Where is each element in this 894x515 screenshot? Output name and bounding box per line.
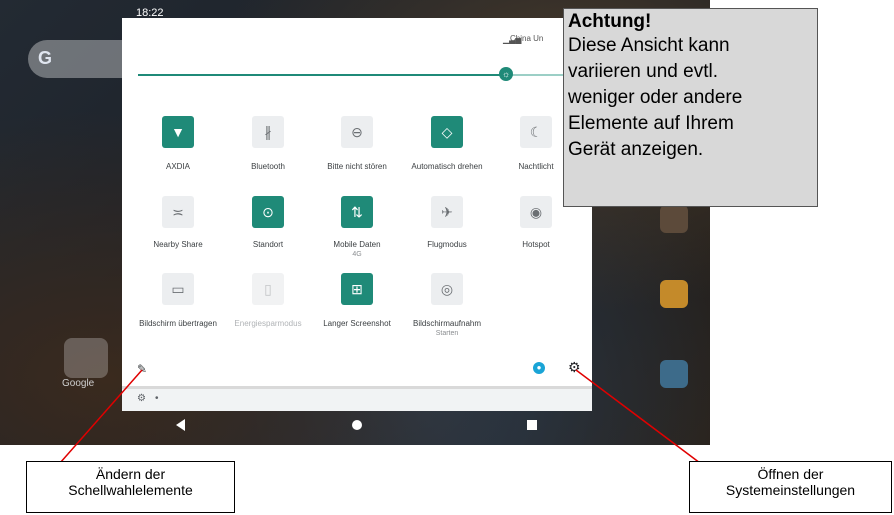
home-app-icon[interactable] <box>660 205 688 233</box>
callout-text: Schellwahlelemente <box>68 482 193 498</box>
callout-text: Systemeinstellungen <box>725 482 856 498</box>
google-apps-folder[interactable] <box>64 338 108 378</box>
tile-label[interactable]: AXDIA <box>132 162 224 172</box>
do-not-disturb-icon[interactable]: ⊖ <box>341 116 373 148</box>
nav-home-icon[interactable] <box>352 420 362 430</box>
carrier-name: China Un <box>510 34 544 43</box>
google-logo-icon: G <box>38 48 53 68</box>
brightness-slider[interactable] <box>138 74 501 76</box>
warning-line: variieren und evtl. <box>568 61 718 82</box>
callout-edit-tiles: Ändern der Schellwahlelemente <box>26 461 235 513</box>
warning-line: Gerät anzeigen. <box>568 139 704 160</box>
screen-record-icon[interactable]: ◎ <box>431 273 463 305</box>
notification-settings-icon: ⚙ <box>137 393 146 404</box>
folder-label: Google <box>62 378 95 389</box>
warning-line: Elemente auf Ihrem <box>568 113 734 134</box>
long-screenshot-icon[interactable]: ⊞ <box>341 273 373 305</box>
battery-icon[interactable]: ▯ <box>252 273 284 305</box>
user-account-icon[interactable]: ● <box>533 362 545 374</box>
tile-sublabel: Starten <box>435 330 459 337</box>
wifi-icon[interactable]: ▼ <box>162 116 194 148</box>
brightness-thumb-icon[interactable]: ☼ <box>499 67 514 81</box>
tile-label[interactable]: Nearby Share <box>132 240 224 250</box>
phone-app-icon[interactable] <box>660 360 688 388</box>
warning-title: Achtung! <box>568 11 652 32</box>
warning-line: weniger oder andere <box>568 87 743 108</box>
tile-label[interactable]: Hotspot <box>490 240 582 250</box>
tile-label[interactable]: Bildschirm übertragen <box>132 319 224 329</box>
tile-label[interactable]: Mobile Daten <box>311 240 403 250</box>
home-app-icon[interactable] <box>660 280 688 308</box>
tile-label[interactable]: Standort <box>222 240 314 250</box>
moon-icon[interactable]: ☾ <box>520 116 552 148</box>
brightness-slider-rest[interactable] <box>506 74 566 76</box>
callout-open-settings: Öffnen der Systemeinstellungen <box>689 461 892 513</box>
tile-label[interactable]: Bitte nicht stören <box>311 162 403 172</box>
edit-pencil-icon[interactable]: ✎ <box>137 362 147 376</box>
nearby-share-icon[interactable]: ≍ <box>162 196 194 228</box>
location-pin-icon[interactable]: ⊙ <box>252 196 284 228</box>
tile-label[interactable]: Langer Screenshot <box>311 319 403 329</box>
nav-recents-icon[interactable] <box>527 420 537 430</box>
tile-label[interactable]: Automatisch drehen <box>401 162 493 172</box>
warning-line: Diese Ansicht kann <box>568 35 730 56</box>
tile-label[interactable]: Bluetooth <box>222 162 314 172</box>
tile-label[interactable]: Flugmodus <box>401 240 493 250</box>
nav-back-icon[interactable] <box>176 419 185 431</box>
settings-gear-icon[interactable]: ⚙ <box>568 360 581 374</box>
warning-box: Achtung! Diese Ansicht kann variieren un… <box>563 8 818 207</box>
bluetooth-icon[interactable]: ∦ <box>252 116 284 148</box>
tile-sublabel: 4G <box>352 251 362 258</box>
callout-text: Ändern der <box>95 466 166 482</box>
mobile-data-icon[interactable]: ⇅ <box>341 196 373 228</box>
auto-rotate-icon[interactable]: ◇ <box>431 116 463 148</box>
tile-label[interactable]: Energiesparmodus <box>222 319 314 329</box>
notification-dot-icon: • <box>155 393 159 404</box>
hotspot-icon[interactable]: ◉ <box>520 196 552 228</box>
cast-icon[interactable]: ▭ <box>162 273 194 305</box>
airplane-icon[interactable]: ✈ <box>431 196 463 228</box>
tile-label[interactable]: Bildschirmaufnahm <box>401 319 493 329</box>
callout-text: Öffnen der <box>757 466 824 482</box>
notification-bar[interactable] <box>122 389 592 411</box>
